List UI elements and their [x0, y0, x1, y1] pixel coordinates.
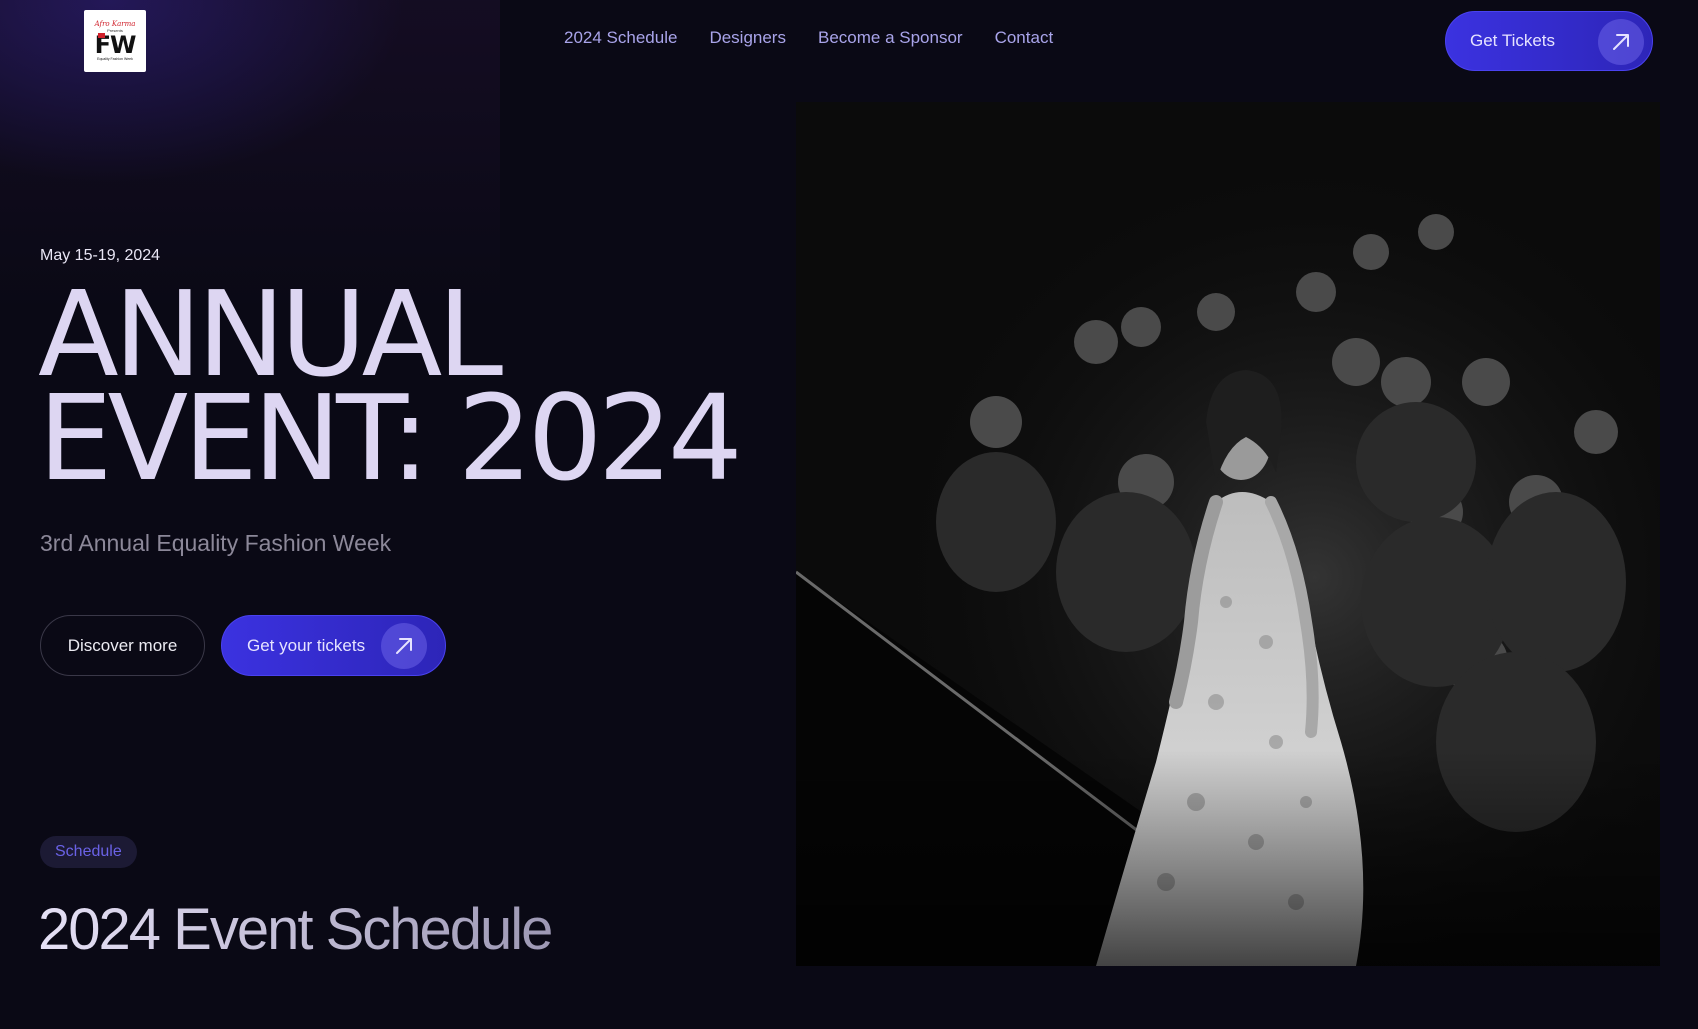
- site-logo[interactable]: Afro Karma Presents FW Equality Fashion …: [84, 10, 146, 72]
- get-tickets-label: Get Tickets: [1470, 31, 1556, 50]
- arrow-up-right-icon: [381, 623, 427, 669]
- headline-line-2: EVENT: 2024: [38, 369, 743, 507]
- nav-link-sponsor[interactable]: Become a Sponsor: [818, 28, 963, 48]
- hero-headline: ANNUAL EVENT: 2024: [38, 275, 743, 497]
- hero-subtitle: 3rd Annual Equality Fashion Week: [40, 530, 392, 556]
- nav-link-schedule[interactable]: 2024 Schedule: [564, 28, 677, 48]
- logo-mark: FW: [95, 33, 136, 57]
- get-tickets-button[interactable]: Get Tickets: [1445, 11, 1653, 71]
- main-nav: 2024 Schedule Designers Become a Sponsor…: [564, 28, 1053, 48]
- nav-link-designers[interactable]: Designers: [709, 28, 786, 48]
- hero-photo-runway: [796, 102, 1660, 966]
- schedule-pill: Schedule: [40, 836, 137, 868]
- discover-more-button[interactable]: Discover more: [40, 615, 205, 676]
- logo-red-bar: [97, 33, 105, 38]
- event-date: May 15-19, 2024: [40, 247, 161, 264]
- page: Afro Karma Presents FW Equality Fashion …: [0, 0, 1698, 1029]
- get-your-tickets-button[interactable]: Get your tickets: [221, 615, 446, 676]
- nav-link-contact[interactable]: Contact: [995, 28, 1054, 48]
- arrow-up-right-icon: [1598, 19, 1644, 65]
- schedule-title: 2024 Event Schedule: [38, 894, 553, 966]
- get-your-tickets-label: Get your tickets: [247, 635, 366, 655]
- logo-scribble: Afro Karma: [94, 20, 136, 28]
